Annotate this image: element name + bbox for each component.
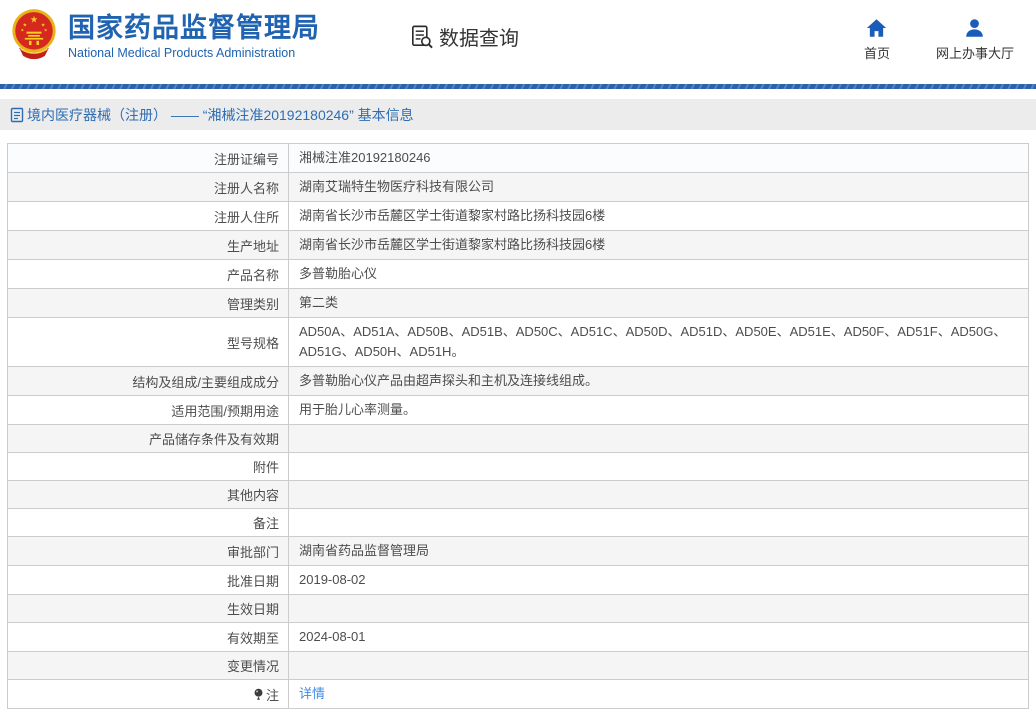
table-row: 适用范围/预期用途 用于胎儿心率测量。 [8, 396, 1028, 425]
main-content: 注册证编号 湘械注准20192180246 注册人名称 湖南艾瑞特生物医疗科技有限公司… [0, 143, 1036, 709]
row-label: 注册证编号 [8, 144, 289, 172]
row-label: 管理类别 [8, 289, 289, 317]
header-divider-band [0, 84, 1036, 89]
table-row: 注册证编号 湘械注准20192180246 [8, 144, 1028, 173]
row-label: 附件 [8, 453, 289, 480]
row-label: 有效期至 [8, 623, 289, 651]
document-icon [10, 107, 24, 122]
table-row: 其他内容 [8, 481, 1028, 509]
row-value: 第二类 [299, 295, 339, 310]
table-row: 产品储存条件及有效期 [8, 425, 1028, 453]
row-label: 注 [8, 680, 289, 708]
row-label: 产品储存条件及有效期 [8, 425, 289, 452]
row-label: 审批部门 [8, 537, 289, 565]
row-value: 湘械注准20192180246 [299, 150, 431, 165]
row-label: 生产地址 [8, 231, 289, 259]
row-label: 批准日期 [8, 566, 289, 594]
row-label: 注册人名称 [8, 173, 289, 201]
row-value [289, 652, 1028, 679]
detail-link[interactable]: 详情 [299, 686, 325, 701]
row-value: 多普勒胎心仪 [299, 266, 378, 281]
row-label: 适用范围/预期用途 [8, 396, 289, 424]
row-value [289, 509, 1028, 536]
table-row: 注册人住所 湖南省长沙市岳麓区学士街道黎家村路比扬科技园6楼 [8, 202, 1028, 231]
nav-service-hall-label: 网上办事大厅 [935, 46, 1014, 61]
table-row: 管理类别 第二类 [8, 289, 1028, 318]
data-query-icon [412, 25, 433, 49]
row-value [289, 425, 1028, 452]
row-value: 多普勒胎心仪产品由超声探头和主机及连接线组成。 [299, 373, 599, 388]
table-row: 注详情 [8, 680, 1028, 709]
info-table: 注册证编号 湘械注准20192180246 注册人名称 湖南艾瑞特生物医疗科技有限公司… [7, 143, 1029, 709]
title-block: 国家药品监督管理局 National Medical Products Admi… [68, 6, 320, 60]
header-nav: 首页 网上办事大厅 [864, 18, 1014, 62]
row-value: 湖南省药品监督管理局 [299, 543, 430, 558]
table-row: 产品名称 多普勒胎心仪 [8, 260, 1028, 289]
row-value: 湖南省长沙市岳麓区学士街道黎家村路比扬科技园6楼 [299, 208, 606, 223]
row-value: 湖南艾瑞特生物医疗科技有限公司 [299, 179, 495, 194]
row-value [289, 595, 1028, 622]
nav-home[interactable]: 首页 [864, 18, 890, 62]
row-label: 型号规格 [8, 318, 289, 366]
table-row: 备注 [8, 509, 1028, 537]
row-value [289, 481, 1028, 508]
note-balloon-icon [254, 688, 263, 700]
table-row: 有效期至 2024-08-01 [8, 623, 1028, 652]
row-value [289, 453, 1028, 480]
row-label: 注册人住所 [8, 202, 289, 230]
logo-area: ★ ★ ★ ★ ★ 国家药品监督管理局 National Medical Pro… [9, 6, 320, 62]
row-label: 生效日期 [8, 595, 289, 622]
user-icon [966, 19, 984, 37]
table-row: 注册人名称 湖南艾瑞特生物医疗科技有限公司 [8, 173, 1028, 202]
site-title: 国家药品监督管理局 [68, 13, 320, 43]
data-query-label: 数据查询 [439, 28, 519, 50]
row-value: 2024-08-01 [299, 629, 366, 644]
nav-home-label: 首页 [863, 46, 890, 61]
row-value: 湖南省长沙市岳麓区学士街道黎家村路比扬科技园6楼 [299, 237, 606, 252]
table-row: 型号规格 AD50A、AD51A、AD50B、AD51B、AD50C、AD51C、… [8, 318, 1028, 367]
table-row: 审批部门 湖南省药品监督管理局 [8, 537, 1028, 566]
row-label: 结构及组成/主要组成成分 [8, 367, 289, 395]
svg-text:★: ★ [44, 28, 48, 33]
table-row: 变更情况 [8, 652, 1028, 680]
site-subtitle: National Medical Products Administration [68, 46, 296, 60]
nav-service-hall[interactable]: 网上办事大厅 [936, 18, 1014, 62]
site-header: ★ ★ ★ ★ ★ 国家药品监督管理局 National Medical Pro… [0, 0, 1036, 84]
table-row: 附件 [8, 453, 1028, 481]
svg-text:★: ★ [20, 28, 24, 33]
row-label: 变更情况 [8, 652, 289, 679]
svg-text:★: ★ [30, 15, 38, 25]
row-label: 产品名称 [8, 260, 289, 288]
table-row: 结构及组成/主要组成成分 多普勒胎心仪产品由超声探头和主机及连接线组成。 [8, 367, 1028, 396]
row-value: 2019-08-02 [299, 572, 366, 587]
table-row: 生效日期 [8, 595, 1028, 623]
row-value: AD50A、AD51A、AD50B、AD51B、AD50C、AD51C、AD50… [299, 324, 1007, 359]
breadcrumb: 境内医疗器械（注册） —— “湘械注准20192180246” 基本信息 [0, 99, 1036, 130]
breadcrumb-text: 境内医疗器械（注册） —— “湘械注准20192180246” 基本信息 [27, 106, 414, 123]
row-value: 详情 [289, 680, 1028, 708]
national-emblem-logo: ★ ★ ★ ★ ★ [12, 9, 56, 60]
row-value: 用于胎儿心率测量。 [299, 402, 417, 417]
home-icon [867, 19, 887, 37]
row-label: 其他内容 [8, 481, 289, 508]
table-row: 批准日期 2019-08-02 [8, 566, 1028, 595]
table-row: 生产地址 湖南省长沙市岳麓区学士街道黎家村路比扬科技园6楼 [8, 231, 1028, 260]
row-label: 备注 [8, 509, 289, 536]
data-query-entry[interactable]: 数据查询 [408, 22, 519, 51]
